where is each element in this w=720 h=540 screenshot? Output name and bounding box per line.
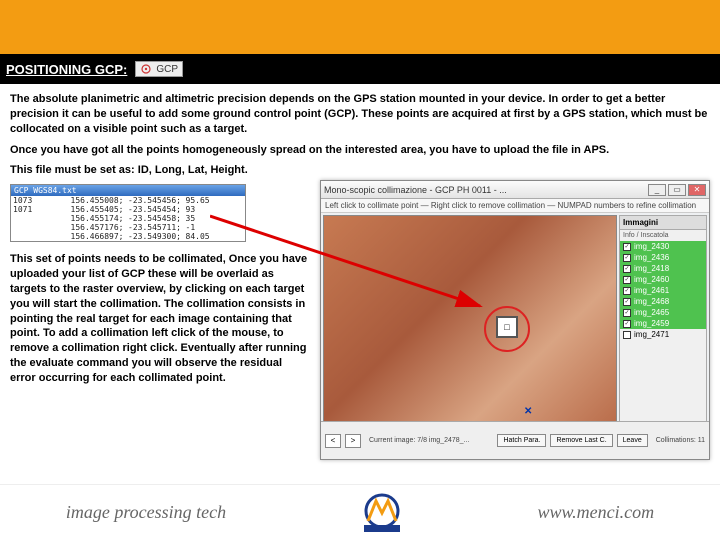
footer: image processing tech www.menci.com: [0, 484, 720, 540]
image-list: ✓img_2430✓img_2436✓img_2418✓img_2460✓img…: [620, 241, 706, 340]
footer-right-text: www.menci.com: [537, 502, 654, 523]
title-strip: POSITIONING GCP: GCP: [0, 54, 720, 84]
checkbox-icon[interactable]: ✓: [623, 287, 631, 295]
gcp-badge-label: GCP: [156, 64, 178, 75]
image-name: img_2461: [634, 286, 669, 295]
collimation-count: Collimations: 11: [652, 437, 705, 444]
window-controls: _ ▭ ✕: [648, 184, 706, 196]
hatch-button[interactable]: Hatch Para.: [497, 434, 546, 447]
remove-last-button[interactable]: Remove Last C.: [550, 434, 612, 447]
image-name: img_2459: [634, 319, 669, 328]
image-name: img_2465: [634, 308, 669, 317]
intro-paragraph-2: Once you have got all the points homogen…: [10, 143, 710, 158]
image-list-item[interactable]: ✓img_2461: [620, 285, 706, 296]
content-area: The absolute planimetric and altimetric …: [0, 84, 720, 178]
image-list-panel: Immagini Info / Inscatola ✓img_2430✓img_…: [619, 215, 707, 431]
gcp-cross-icon: ✕: [524, 406, 532, 417]
leave-button[interactable]: Leave: [617, 434, 648, 447]
orange-banner: [0, 0, 720, 54]
checkbox-icon[interactable]: [623, 331, 631, 339]
panel-header: Immagini: [620, 216, 706, 230]
image-list-item[interactable]: ✓img_2436: [620, 252, 706, 263]
image-list-item[interactable]: ✓img_2460: [620, 274, 706, 285]
maximize-button[interactable]: ▭: [668, 184, 686, 196]
image-list-item[interactable]: ✓img_2468: [620, 296, 706, 307]
footer-left-text: image processing tech: [66, 502, 226, 523]
image-list-item[interactable]: ✓img_2418: [620, 263, 706, 274]
minimize-button[interactable]: _: [648, 184, 666, 196]
menci-logo: [358, 493, 406, 533]
gps-window-title: GCP WGS84.txt: [11, 185, 245, 196]
panel-subheader: Info / Inscatola: [620, 230, 706, 241]
status-text: Current image: 7/8 img_2478_...: [365, 437, 493, 444]
intro-paragraph-3: This file must be set as: ID, Long, Lat,…: [10, 163, 710, 178]
checkbox-icon[interactable]: ✓: [623, 298, 631, 306]
bottom-toolbar: < > Current image: 7/8 img_2478_... Hatc…: [321, 421, 709, 459]
target-icon: [140, 63, 152, 75]
checkbox-icon[interactable]: ✓: [623, 243, 631, 251]
red-arrow-icon: [210, 206, 500, 326]
checkbox-icon[interactable]: ✓: [623, 276, 631, 284]
intro-paragraph-1: The absolute planimetric and altimetric …: [10, 92, 710, 137]
next-image-button[interactable]: >: [345, 434, 361, 448]
window-title: Mono-scopic collimazione - GCP PH 0011 -…: [324, 185, 507, 195]
image-list-item[interactable]: ✓img_2465: [620, 307, 706, 318]
checkbox-icon[interactable]: ✓: [623, 254, 631, 262]
window-titlebar[interactable]: Mono-scopic collimazione - GCP PH 0011 -…: [321, 181, 709, 199]
checkbox-icon[interactable]: ✓: [623, 320, 631, 328]
image-list-item[interactable]: img_2471: [620, 329, 706, 340]
image-name: img_2468: [634, 297, 669, 306]
checkbox-icon[interactable]: ✓: [623, 265, 631, 273]
page-title: POSITIONING GCP:: [6, 62, 127, 77]
image-name: img_2436: [634, 253, 669, 262]
gps-row: 1073156.455008;-23.545456;95.65: [11, 196, 245, 205]
gcp-badge: GCP: [135, 61, 183, 77]
image-name: img_2460: [634, 275, 669, 284]
image-name: img_2418: [634, 264, 669, 273]
checkbox-icon[interactable]: ✓: [623, 309, 631, 317]
image-list-item[interactable]: ✓img_2430: [620, 241, 706, 252]
logo-icon: [358, 493, 406, 533]
image-list-item[interactable]: ✓img_2459: [620, 318, 706, 329]
image-name: img_2430: [634, 242, 669, 251]
close-button[interactable]: ✕: [688, 184, 706, 196]
image-name: img_2471: [634, 330, 669, 339]
prev-image-button[interactable]: <: [325, 434, 341, 448]
